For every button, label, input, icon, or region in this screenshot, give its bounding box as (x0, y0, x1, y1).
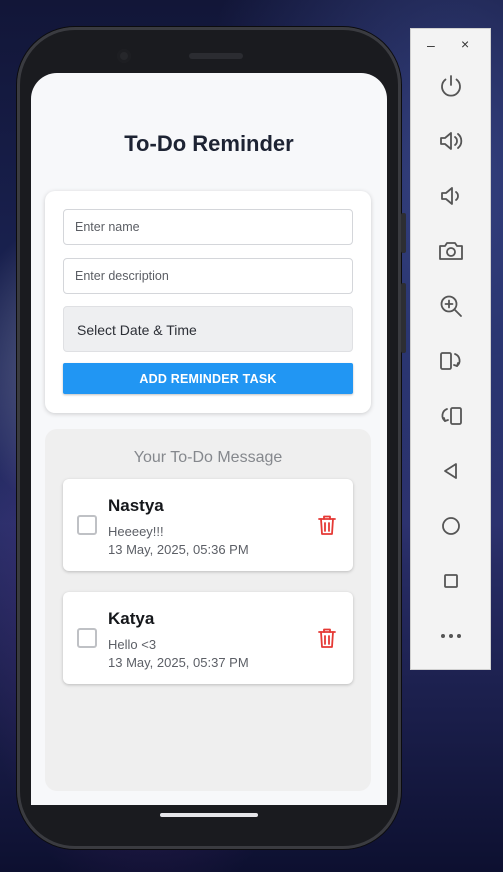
list-title: Your To-Do Message (133, 449, 283, 466)
camera-icon[interactable] (437, 237, 465, 265)
close-button[interactable]: × (461, 36, 469, 52)
phone-volume-button (401, 283, 406, 353)
task-description: Hello <3 (108, 637, 157, 652)
reminder-form-card: Select Date & Time ADD REMINDER TASK (45, 191, 371, 413)
name-input[interactable] (63, 209, 353, 245)
power-icon[interactable] (437, 72, 465, 100)
task-checkbox[interactable] (77, 515, 97, 535)
datetime-picker[interactable]: Select Date & Time (63, 306, 353, 352)
task-name: Nastya (108, 496, 164, 515)
task-name: Katya (108, 609, 155, 628)
delete-icon[interactable] (317, 627, 337, 649)
gesture-bar[interactable] (160, 813, 258, 817)
task-date: 13 May, 2025, 05:36 PM (108, 542, 249, 557)
volume-up-icon[interactable] (437, 127, 465, 155)
task-card: Nastya Heeeey!!! 13 May, 2025, 05:36 PM (63, 479, 353, 571)
home-icon[interactable] (437, 512, 465, 540)
app-screen: To-Do Reminder Select Date & Time ADD RE… (31, 73, 387, 805)
task-checkbox[interactable] (77, 628, 97, 648)
minimize-button[interactable]: – (427, 37, 435, 53)
page-title: To-Do Reminder (124, 131, 294, 156)
phone-side-button (401, 213, 406, 253)
description-input[interactable] (63, 258, 353, 294)
rotate-right-icon[interactable] (437, 402, 465, 430)
more-icon[interactable] (437, 622, 465, 650)
back-icon[interactable] (437, 457, 465, 485)
emulator-toolbar: – × (410, 28, 491, 670)
task-date: 13 May, 2025, 05:37 PM (108, 655, 249, 670)
earpiece-speaker (189, 53, 243, 59)
overview-icon[interactable] (437, 567, 465, 595)
task-description: Heeeey!!! (108, 524, 164, 539)
task-card: Katya Hello <3 13 May, 2025, 05:37 PM (63, 592, 353, 684)
toolbar-window-controls: – × (411, 35, 490, 55)
volume-down-icon[interactable] (437, 182, 465, 210)
rotate-left-icon[interactable] (437, 347, 465, 375)
delete-icon[interactable] (317, 514, 337, 536)
zoom-icon[interactable] (437, 292, 465, 320)
front-camera (117, 49, 131, 63)
phone-frame: To-Do Reminder Select Date & Time ADD RE… (17, 27, 406, 849)
todo-list-panel: Your To-Do Message Nastya Heeeey!!! 13 M… (45, 429, 371, 791)
add-reminder-button[interactable]: ADD REMINDER TASK (63, 363, 353, 394)
